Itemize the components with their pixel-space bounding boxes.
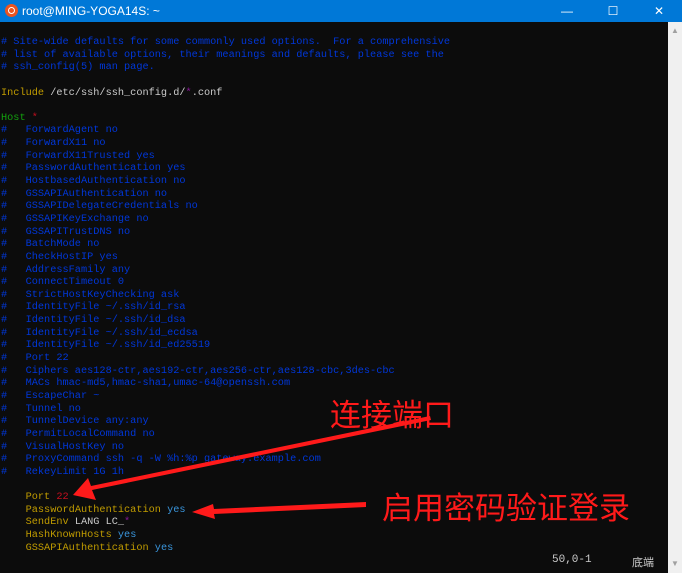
annotation-port: 连接端口	[330, 398, 454, 434]
annotation-arrows	[73, 416, 431, 519]
arrow-to-password-auth	[192, 502, 366, 519]
annotation-password-auth: 启用密码验证登录	[382, 491, 630, 527]
